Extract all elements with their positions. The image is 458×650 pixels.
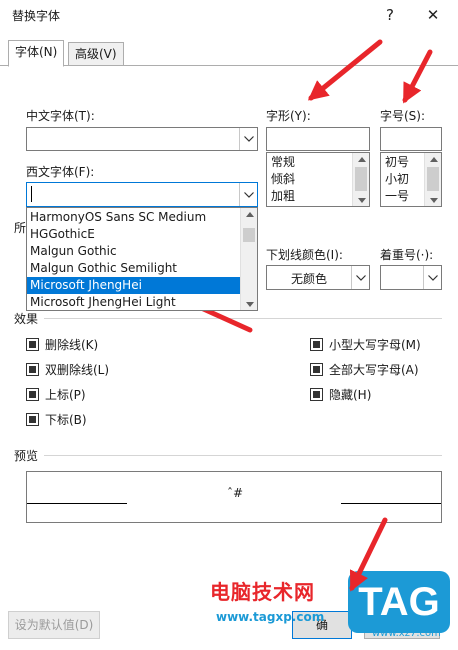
- dropdown-scrollbar[interactable]: [240, 208, 257, 310]
- checkbox-label: 上标(P): [45, 388, 86, 402]
- underline-color-value: 无颜色: [290, 272, 327, 286]
- font-style-input[interactable]: [266, 127, 370, 151]
- western-font-dropdown[interactable]: HarmonyOS Sans SC Medium HGGothicE Malgu…: [26, 207, 258, 311]
- western-font-combo[interactable]: [26, 182, 258, 207]
- watermark-tag-logo: TAG: [348, 571, 450, 633]
- checkbox-label: 删除线(K): [45, 338, 99, 352]
- strikethrough-checkbox[interactable]: 删除线(K): [26, 336, 98, 353]
- close-button[interactable]: ✕: [420, 4, 446, 26]
- checkbox-mark[interactable]: [26, 413, 39, 426]
- close-icon: ✕: [426, 6, 440, 24]
- font-style-list[interactable]: 常规 倾斜 加粗: [266, 152, 370, 207]
- text-caret: [31, 186, 32, 202]
- scroll-down-icon[interactable]: [353, 194, 369, 206]
- font-style-label: 字形(Y):: [266, 109, 311, 123]
- checkbox-mark[interactable]: [26, 363, 39, 376]
- checkbox-label: 小型大写字母(M): [329, 338, 421, 352]
- checkbox-mark[interactable]: [310, 338, 323, 351]
- scroll-up-icon[interactable]: [241, 208, 257, 220]
- list-item[interactable]: 一号: [381, 188, 424, 205]
- scroll-down-icon[interactable]: [425, 194, 441, 206]
- western-font-label: 西文字体(F):: [26, 165, 95, 179]
- font-size-list[interactable]: 初号 小初 一号: [380, 152, 442, 207]
- superscript-checkbox[interactable]: 上标(P): [26, 386, 86, 403]
- font-size-input[interactable]: [380, 127, 442, 151]
- preview-sample: ˆ#: [227, 486, 244, 500]
- dropdown-item-selected[interactable]: Microsoft JhengHei: [27, 277, 240, 294]
- list-item[interactable]: 倾斜: [267, 171, 352, 188]
- list-item[interactable]: 小初: [381, 171, 424, 188]
- watermark-site-url: www.tagxp.com: [216, 610, 325, 624]
- chevron-down-icon[interactable]: [239, 128, 257, 150]
- help-button[interactable]: ?: [377, 4, 403, 26]
- section-divider: [44, 455, 442, 456]
- checkbox-mark[interactable]: [310, 363, 323, 376]
- preview-baseline-left: [27, 503, 127, 504]
- checkbox-label: 双删除线(L): [45, 363, 110, 377]
- dropdown-item[interactable]: Microsoft JhengHei Light: [27, 294, 240, 310]
- tab-font[interactable]: 字体(N): [8, 40, 65, 67]
- dropdown-item[interactable]: HarmonyOS Sans SC Medium: [27, 209, 240, 226]
- section-divider: [44, 318, 442, 319]
- list-scrollbar[interactable]: [352, 153, 369, 206]
- emphasis-mark-label: 着重号(·):: [380, 248, 434, 262]
- set-default-button[interactable]: 设为默认值(D): [8, 611, 100, 639]
- preview-section-title: 预览: [14, 449, 39, 463]
- tab-advanced[interactable]: 高级(V): [68, 42, 124, 66]
- window-title: 替换字体: [12, 9, 61, 23]
- emphasis-mark-combo[interactable]: [380, 265, 442, 290]
- chinese-font-label: 中文字体(T):: [26, 109, 95, 123]
- checkbox-mark[interactable]: [26, 388, 39, 401]
- checkbox-mark[interactable]: [310, 388, 323, 401]
- watermark-site-name: 电脑技术网: [210, 580, 315, 604]
- preview-baseline-right: [341, 503, 441, 504]
- checkbox-label: 下标(B): [45, 413, 87, 427]
- double-strikethrough-checkbox[interactable]: 双删除线(L): [26, 361, 109, 378]
- hidden-section-label: 所: [14, 221, 27, 235]
- underline-color-combo[interactable]: 无颜色: [266, 265, 370, 290]
- dropdown-item[interactable]: Malgun Gothic: [27, 243, 240, 260]
- small-caps-checkbox[interactable]: 小型大写字母(M): [310, 336, 421, 353]
- list-item[interactable]: 初号: [381, 154, 424, 171]
- checkbox-label: 隐藏(H): [329, 388, 372, 402]
- list-item[interactable]: 常规: [267, 154, 352, 171]
- scroll-up-icon[interactable]: [353, 153, 369, 165]
- dropdown-item[interactable]: HGGothicE: [27, 226, 240, 243]
- checkbox-mark[interactable]: [26, 338, 39, 351]
- chevron-down-icon[interactable]: [423, 266, 441, 289]
- all-caps-checkbox[interactable]: 全部大写字母(A): [310, 361, 419, 378]
- list-scrollbar[interactable]: [424, 153, 441, 206]
- scroll-thumb[interactable]: [243, 228, 255, 242]
- chinese-font-combo[interactable]: [26, 127, 258, 151]
- tab-bar: 字体(N) 高级(V): [0, 40, 458, 67]
- dropdown-item[interactable]: Malgun Gothic Semilight: [27, 260, 240, 277]
- chevron-down-icon[interactable]: [351, 266, 369, 289]
- effects-section-title: 效果: [14, 312, 39, 326]
- scroll-down-icon[interactable]: [241, 298, 257, 310]
- list-item[interactable]: 加粗: [267, 188, 352, 205]
- scroll-thumb[interactable]: [427, 167, 439, 191]
- scroll-up-icon[interactable]: [425, 153, 441, 165]
- scroll-thumb[interactable]: [355, 167, 367, 191]
- font-size-label: 字号(S):: [380, 109, 426, 123]
- preview-box: ˆ#: [26, 471, 442, 523]
- subscript-checkbox[interactable]: 下标(B): [26, 411, 87, 428]
- hidden-checkbox[interactable]: 隐藏(H): [310, 386, 371, 403]
- annotation-arrows: [164, 39, 433, 592]
- checkbox-label: 全部大写字母(A): [329, 363, 419, 377]
- chevron-down-icon[interactable]: [239, 183, 257, 206]
- underline-color-label: 下划线颜色(I):: [266, 248, 343, 262]
- tab-panel-border: [0, 65, 458, 66]
